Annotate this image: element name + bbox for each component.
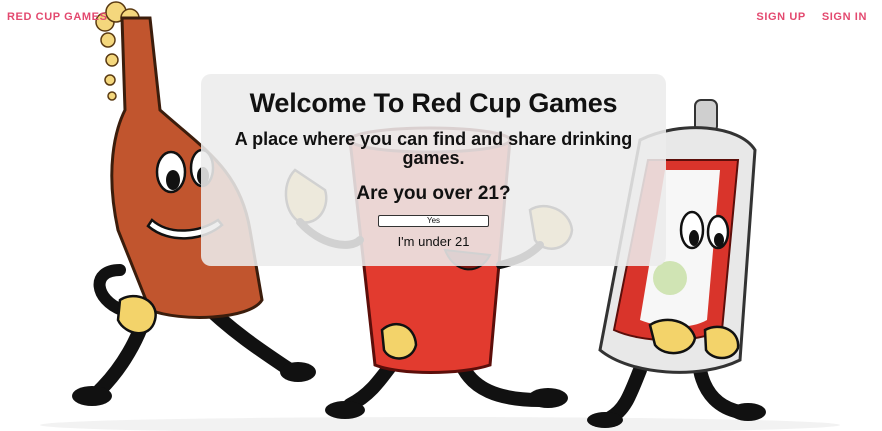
sign-in-link[interactable]: SIGN IN <box>822 11 867 23</box>
welcome-subtitle: A place where you can find and share dri… <box>234 129 633 168</box>
yes-button[interactable]: Yes <box>378 215 489 227</box>
under-21-link[interactable]: I'm under 21 <box>398 235 470 249</box>
age-verification-card: Welcome To Red Cup Games A place where y… <box>201 74 666 266</box>
brand-logo-link[interactable]: RED CUP GAMES <box>7 11 108 23</box>
page: RED CUP GAMES SIGN UP SIGN IN Welcome To… <box>0 0 882 431</box>
welcome-title: Welcome To Red Cup Games <box>249 88 618 118</box>
age-question: Are you over 21? <box>356 183 511 204</box>
top-navbar: RED CUP GAMES SIGN UP SIGN IN <box>0 0 882 34</box>
sign-up-link[interactable]: SIGN UP <box>756 11 805 23</box>
nav-links: SIGN UP SIGN IN <box>756 11 867 23</box>
